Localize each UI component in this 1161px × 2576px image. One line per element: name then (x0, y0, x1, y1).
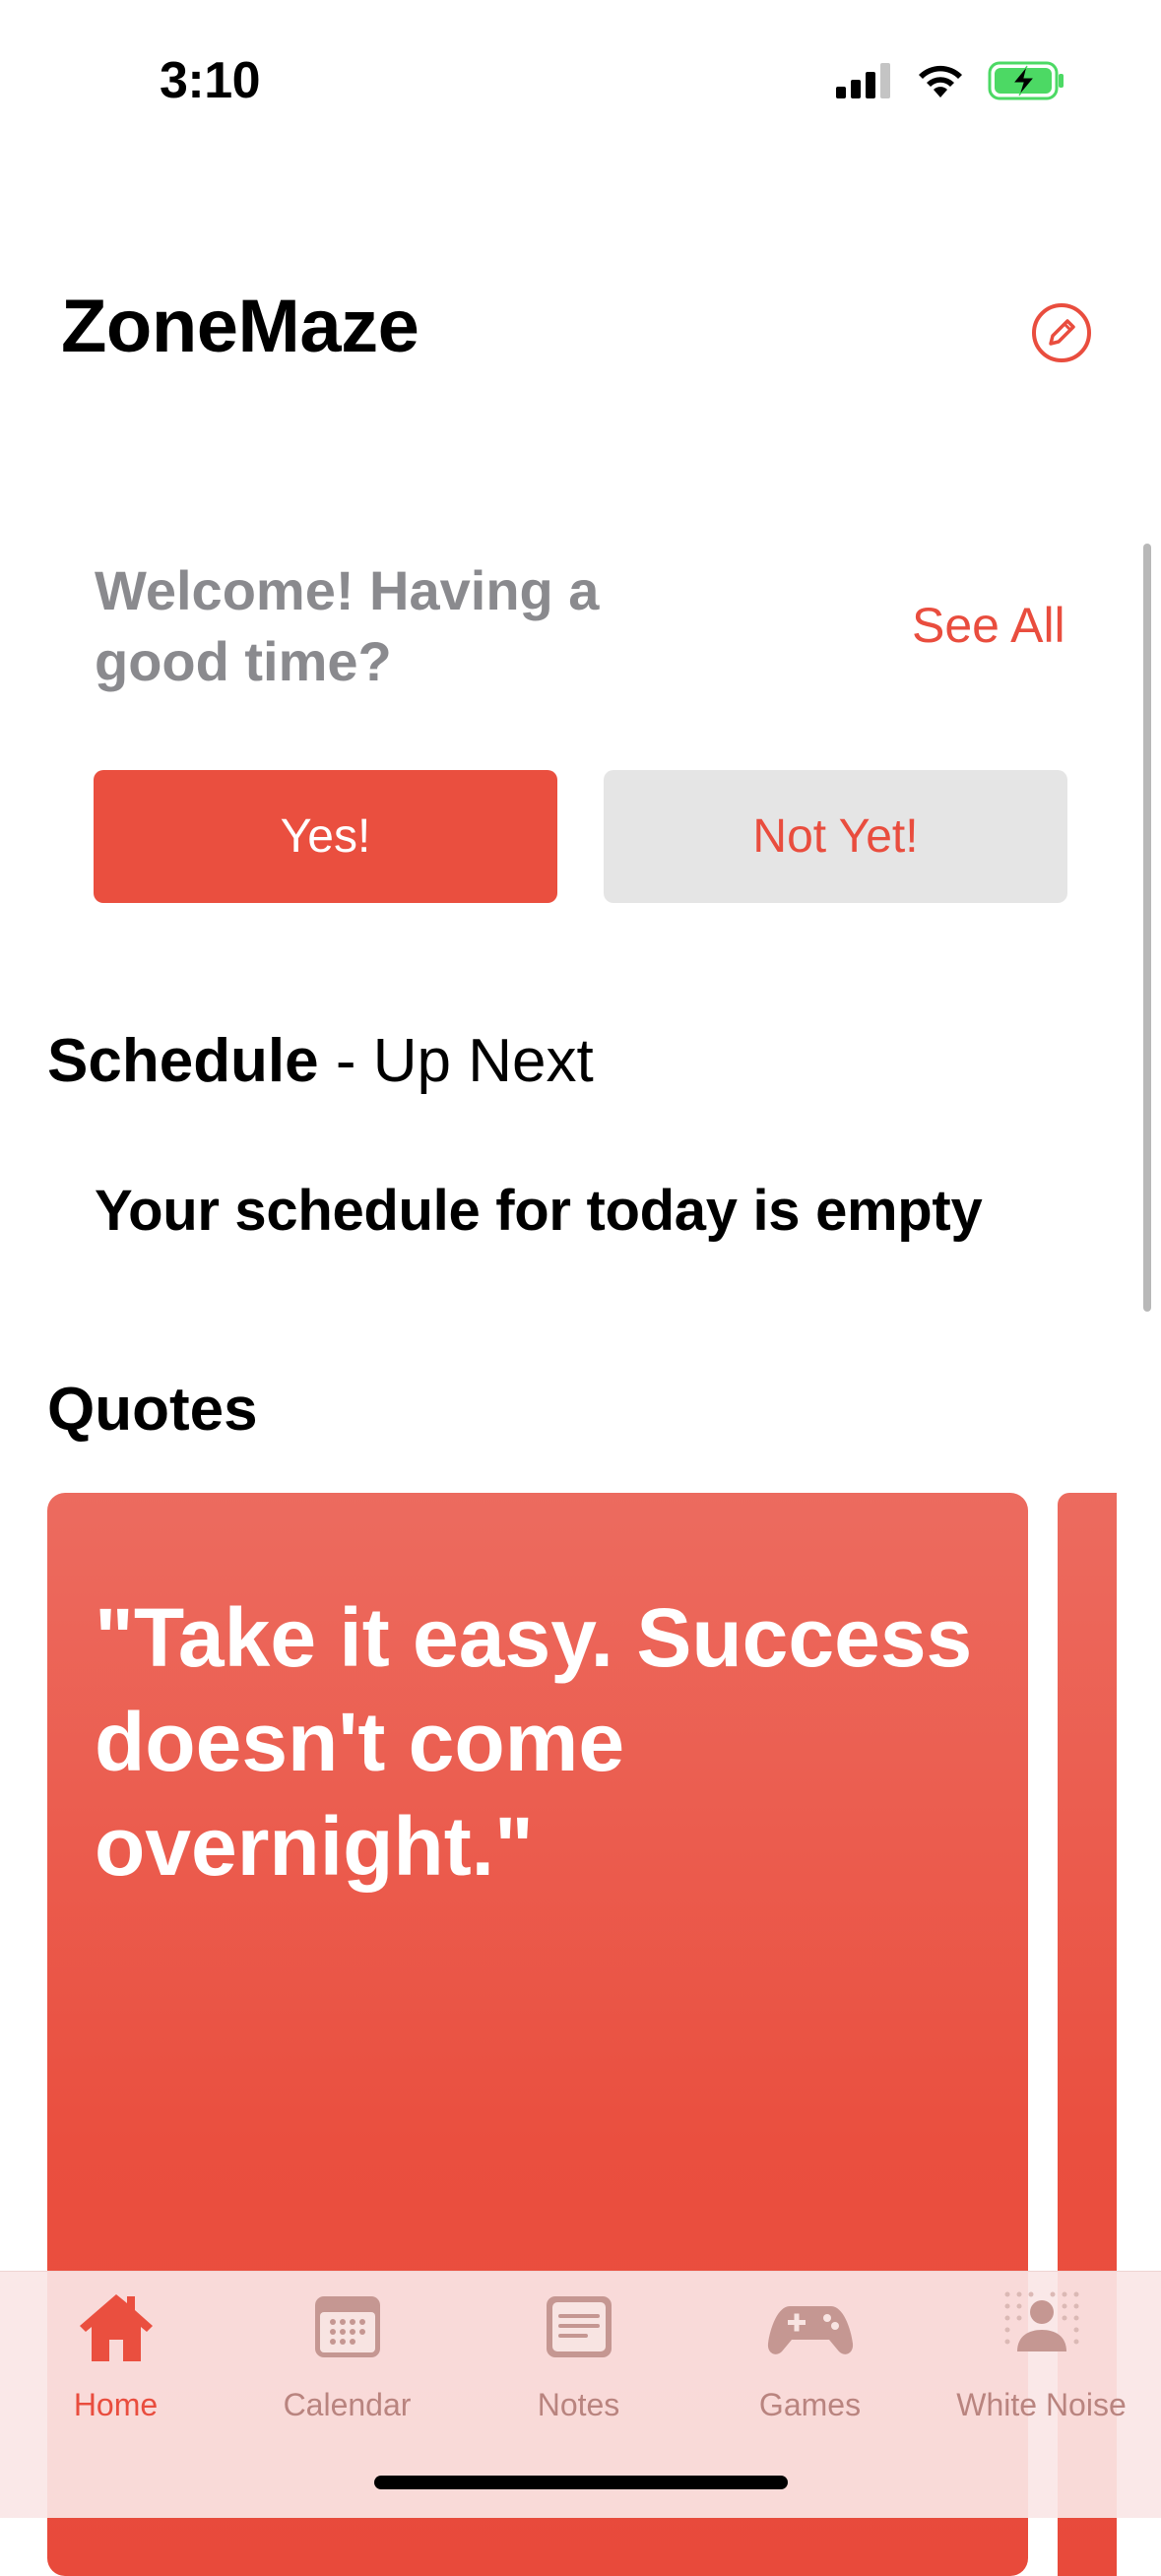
tab-home[interactable]: Home (0, 2283, 231, 2423)
house-icon (79, 2294, 153, 2361)
tab-notes[interactable]: Notes (463, 2283, 694, 2423)
schedule-heading-subtitle: - Up Next (318, 1027, 594, 1095)
pencil-circle-icon (1032, 303, 1091, 362)
tab-calendar[interactable]: Calendar (231, 2283, 463, 2423)
schedule-empty-message: Your schedule for today is empty (95, 1179, 983, 1243)
tab-label-calendar: Calendar (283, 2387, 412, 2422)
app-title: ZoneMaze (61, 285, 419, 368)
status-icons (836, 61, 1066, 100)
schedule-heading: Schedule - Up Next (47, 1026, 594, 1096)
home-indicator (374, 2476, 788, 2489)
tab-label-white-noise: White Noise (956, 2387, 1127, 2422)
schedule-heading-title: Schedule (47, 1027, 319, 1095)
tab-label-home: Home (73, 2387, 159, 2422)
calendar-icon (314, 2296, 380, 2357)
status-time: 3:10 (160, 52, 261, 109)
edit-button[interactable] (1030, 301, 1093, 364)
scroll-indicator[interactable] (1143, 544, 1151, 1312)
tab-label-games: Games (758, 2387, 862, 2422)
quote-text: "Take it easy. Success doesn't come over… (95, 1591, 973, 1893)
gamecontroller-icon (767, 2306, 853, 2354)
see-all-link[interactable]: See All (912, 597, 1065, 654)
tab-white-noise[interactable]: White Noise (926, 2283, 1157, 2423)
tab-label-notes: Notes (537, 2387, 620, 2422)
notes-icon (546, 2296, 612, 2357)
wifi-icon (919, 65, 962, 97)
white-noise-icon (1004, 2291, 1078, 2351)
cellular-signal-icon (836, 63, 890, 98)
yes-button[interactable]: Yes! (94, 770, 557, 903)
not-yet-button[interactable]: Not Yet! (604, 770, 1067, 903)
tab-games[interactable]: Games (694, 2283, 926, 2423)
welcome-prompt: Welcome! Having a good time? (95, 559, 600, 692)
battery-charging-icon (988, 61, 1064, 100)
quotes-heading: Quotes (47, 1376, 258, 1444)
